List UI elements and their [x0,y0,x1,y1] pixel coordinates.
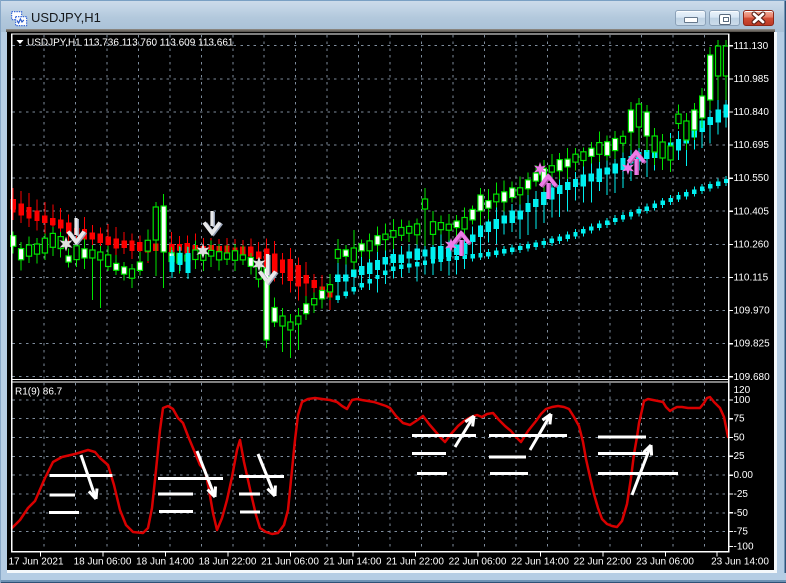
svg-text:110.550: 110.550 [734,173,770,184]
svg-text:22 Jun 14:00: 22 Jun 14:00 [511,557,569,568]
svg-text:109.680: 109.680 [734,372,771,383]
svg-text:110.840: 110.840 [734,107,770,118]
svg-text:21 Jun 14:00: 21 Jun 14:00 [324,557,382,568]
svg-text:22 Jun 06:00: 22 Jun 06:00 [449,557,507,568]
svg-text:-25: -25 [734,489,749,500]
svg-text:17 Jun 2021: 17 Jun 2021 [8,557,63,568]
svg-text:USDJPY,H1 113.736 113.760 113.: USDJPY,H1 113.736 113.760 113.609 113.66… [27,38,234,49]
svg-text:R1(9) 86.7: R1(9) 86.7 [15,387,63,398]
svg-text:21 Jun 06:00: 21 Jun 06:00 [261,557,319,568]
svg-text:110.115: 110.115 [734,273,769,284]
svg-text:0.00: 0.00 [734,470,754,481]
svg-text:109.825: 109.825 [734,339,771,350]
svg-text:22 Jun 22:00: 22 Jun 22:00 [574,557,632,568]
svg-text:110.260: 110.260 [734,239,770,250]
svg-text:-75: -75 [734,527,749,538]
svg-text:-100: -100 [734,542,754,553]
svg-text:-50: -50 [734,508,749,519]
svg-text:110.985: 110.985 [734,74,770,85]
svg-text:18 Jun 22:00: 18 Jun 22:00 [199,557,257,568]
svg-text:23 Jun 14:00: 23 Jun 14:00 [711,557,769,568]
svg-text:111.130: 111.130 [734,41,769,52]
svg-text:110.695: 110.695 [734,140,770,151]
svg-text:25: 25 [734,451,746,462]
svg-text:21 Jun 22:00: 21 Jun 22:00 [386,557,444,568]
svg-text:75: 75 [734,414,746,425]
svg-text:18 Jun 14:00: 18 Jun 14:00 [136,557,194,568]
svg-text:23 Jun 06:00: 23 Jun 06:00 [636,557,694,568]
svg-text:50: 50 [734,433,746,444]
svg-text:109.970: 109.970 [734,306,771,317]
svg-text:18 Jun 06:00: 18 Jun 06:00 [74,557,132,568]
svg-text:100: 100 [734,395,751,406]
svg-text:110.405: 110.405 [734,206,770,217]
